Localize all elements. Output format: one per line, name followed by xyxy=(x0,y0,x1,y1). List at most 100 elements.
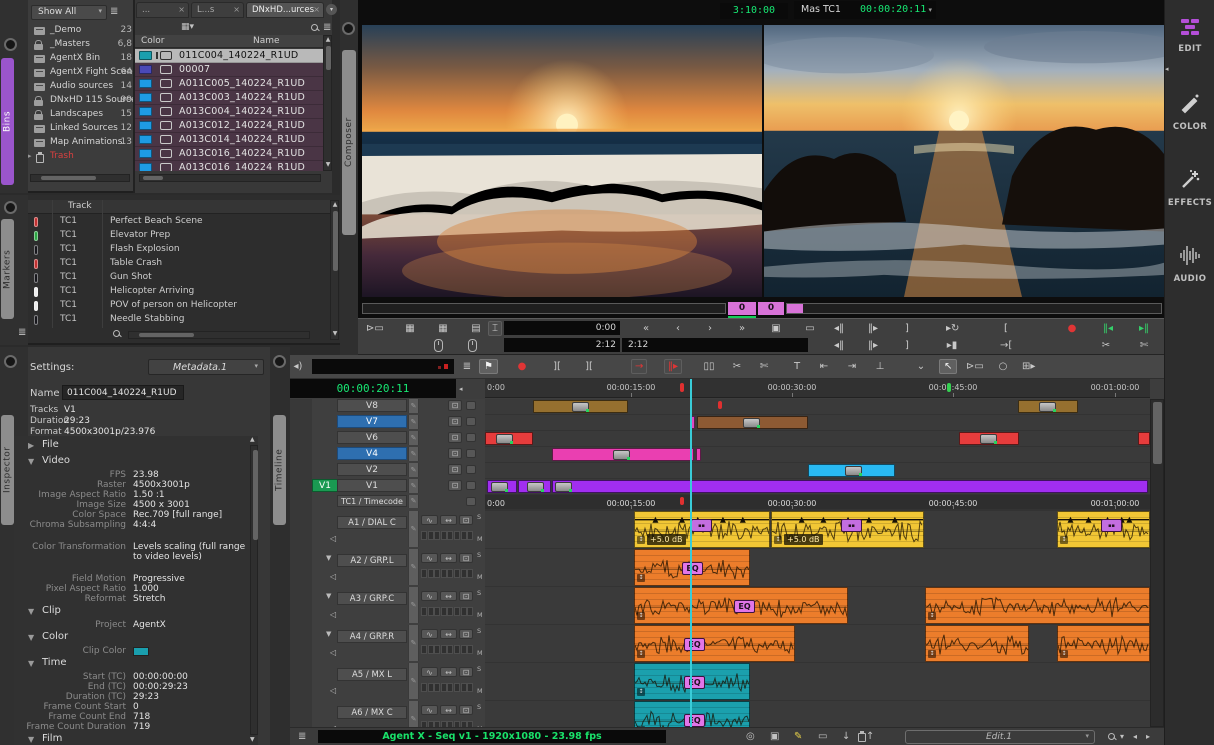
mute-button[interactable]: M xyxy=(477,687,483,695)
mouse-right-button[interactable] xyxy=(468,339,477,352)
speaker-icon[interactable]: ◁ xyxy=(330,610,336,619)
track-pencil-strip[interactable]: ✎ xyxy=(408,663,419,699)
splice-in-button[interactable]: ‖▸ xyxy=(664,359,682,374)
speaker-icon[interactable]: ◁ xyxy=(330,648,336,657)
audio-clip[interactable]: ↕ xyxy=(925,587,1150,624)
mark-in-button[interactable]: [ xyxy=(1000,321,1012,336)
tc-duration-display[interactable]: 2:12 xyxy=(622,338,808,352)
track-pencil-strip[interactable]: ✎ xyxy=(408,587,419,623)
timeline-timecode-display[interactable]: 00:00:20:11 xyxy=(290,379,456,398)
counter-badge-1[interactable]: 0 xyxy=(728,302,756,315)
caret-down-icon[interactable]: ▼ xyxy=(28,457,34,466)
speaker-icon[interactable]: ◁ xyxy=(330,686,336,695)
bins-list-item[interactable]: DNxHD 115 Sources99 xyxy=(28,94,134,108)
source-timecode-display[interactable]: 3:10:00 xyxy=(720,3,788,19)
track-pencil-strip[interactable]: ✎ xyxy=(408,463,419,477)
effect-badge[interactable] xyxy=(491,482,508,492)
caret-down-icon[interactable]: ▼ xyxy=(28,607,34,616)
workspace-audio-button[interactable]: AUDIO xyxy=(1165,274,1214,284)
bins-list-item[interactable]: AgentX Bin18 xyxy=(28,52,134,66)
track-pencil-strip[interactable]: ✎ xyxy=(408,447,419,461)
effect-badge[interactable] xyxy=(613,450,630,460)
bins-list-item[interactable]: _Demo23 xyxy=(28,24,134,38)
expand-caret-icon[interactable]: ▸ xyxy=(28,152,32,160)
trim-both-button[interactable]: ⊥ xyxy=(874,359,886,374)
bin-clip-row[interactable]: A013C016_140224_R1UD xyxy=(135,161,323,171)
track-selector-v6[interactable]: V6 xyxy=(337,431,407,444)
clip-color-chip[interactable] xyxy=(139,79,152,88)
clip-marker[interactable] xyxy=(718,401,722,409)
clip-color-swatch[interactable] xyxy=(133,647,149,656)
inspector-section-header[interactable]: ▼Clip xyxy=(14,604,258,620)
focus-button[interactable]: ◎ xyxy=(746,730,755,744)
mute-button[interactable]: M xyxy=(477,649,483,657)
monitor-icon[interactable]: ⊡ xyxy=(448,432,462,443)
grid-a-button[interactable]: ▦ xyxy=(404,321,416,336)
monitor-icon[interactable]: ⊡ xyxy=(459,553,473,563)
tc-remaining-display[interactable]: 0:00 xyxy=(504,321,620,335)
column-name[interactable]: Name xyxy=(253,36,280,46)
audio-clip[interactable]: ↕EQ xyxy=(634,587,848,624)
mark-out-button[interactable]: ] xyxy=(901,321,913,336)
marker-row[interactable]: TC1Elevator Prep xyxy=(28,229,330,243)
caret-down-icon[interactable]: ▼ xyxy=(28,659,34,668)
video-clip[interactable] xyxy=(808,464,895,477)
monitor-icon[interactable]: ⊡ xyxy=(459,591,473,601)
audio-clip[interactable]: ↕+5.0 dB▪▪ xyxy=(771,511,924,548)
mouse-left-button[interactable] xyxy=(434,339,443,352)
monitor-icon[interactable]: ⊡ xyxy=(459,705,473,715)
solo-button[interactable]: S xyxy=(477,551,481,559)
effect-badge[interactable] xyxy=(555,482,572,492)
marker-row[interactable]: TC1POV of person on Helicopter xyxy=(28,299,330,313)
mute-button[interactable]: M xyxy=(477,611,483,619)
marker-row[interactable]: TC1Flash Explosion xyxy=(28,243,330,257)
trim-mode-b-button[interactable]: ][ xyxy=(583,359,595,374)
bin-search-icon[interactable] xyxy=(311,24,318,31)
monitor-icon[interactable]: ⊡ xyxy=(448,448,462,459)
back-10-button[interactable]: ‹ xyxy=(672,321,684,336)
effect-badge[interactable] xyxy=(496,434,513,444)
caret-right-icon[interactable]: ▶ xyxy=(28,441,34,450)
track-control-box[interactable] xyxy=(466,401,476,410)
monitor-icon[interactable]: ⊡ xyxy=(459,667,473,677)
bin-view-selector-icon[interactable]: ▦▾ xyxy=(181,20,194,34)
inspector-section-header[interactable]: ▼Film xyxy=(14,732,258,745)
tool-palette-button[interactable]: ▣ xyxy=(770,321,782,336)
track-lane-a6[interactable] xyxy=(485,701,1150,727)
bins-hamburger-icon[interactable]: ≣ xyxy=(110,5,118,19)
close-icon[interactable]: × xyxy=(313,5,320,14)
next-button[interactable]: ▸ xyxy=(1146,730,1150,744)
composer-panel-menu-icon[interactable] xyxy=(342,22,355,35)
monitor-button[interactable]: ▭ xyxy=(804,321,816,336)
caret-down-icon[interactable]: ▼ xyxy=(326,592,331,600)
effect-badge[interactable] xyxy=(527,482,544,492)
effects-workspace-icon[interactable] xyxy=(1179,168,1201,193)
flag-button[interactable]: ⚑ xyxy=(479,359,498,374)
speaker-icon[interactable]: ◁ xyxy=(330,534,336,543)
track-selector-a2[interactable]: A2 / GRP.L xyxy=(337,554,407,567)
clip-marker[interactable] xyxy=(680,497,684,505)
waveform-toggle-icon[interactable]: ∿ xyxy=(421,629,438,639)
bins-list-item[interactable]: Map Animations13 xyxy=(28,136,134,150)
track-lane-v6[interactable] xyxy=(485,431,1150,446)
track-lane-tc1[interactable]: 0:0000:00:15:0000:00:30:0000:00:45:0000:… xyxy=(485,495,1150,509)
clip-name-field[interactable]: 011C004_140224_R1UD xyxy=(62,385,184,400)
trim-right-button[interactable]: ⇥ xyxy=(846,359,858,374)
scissors-button[interactable]: ✂ xyxy=(731,359,743,374)
caret-down-icon[interactable]: ▼ xyxy=(326,630,331,638)
monitor-icon[interactable]: ⊡ xyxy=(459,515,473,525)
bin-clip-row[interactable]: A013C016_140224_R1UD xyxy=(135,147,323,161)
workspace-edit-button[interactable]: EDIT xyxy=(1165,44,1214,54)
workspace-dropdown-icon[interactable]: ▾ xyxy=(1120,730,1124,744)
video-clip[interactable] xyxy=(485,432,533,445)
rail-collapse-icon[interactable]: ◂ xyxy=(1165,62,1169,76)
track-pencil-strip[interactable]: ✎ xyxy=(408,549,419,585)
track-selector-a6[interactable]: A6 / MX C xyxy=(337,706,407,719)
ruler-marker[interactable] xyxy=(680,383,684,392)
audio-curve-button[interactable]: ⌄ xyxy=(915,359,927,374)
track-pencil-strip[interactable]: ✎ xyxy=(408,399,419,413)
playhead[interactable] xyxy=(690,379,692,727)
track-control-box[interactable] xyxy=(466,449,476,458)
clip-gain-icon[interactable]: ↕ xyxy=(637,612,645,620)
timeline-ruler[interactable]: 0:0000:00:15:0000:00:30:0000:00:45:0000:… xyxy=(485,379,1150,398)
